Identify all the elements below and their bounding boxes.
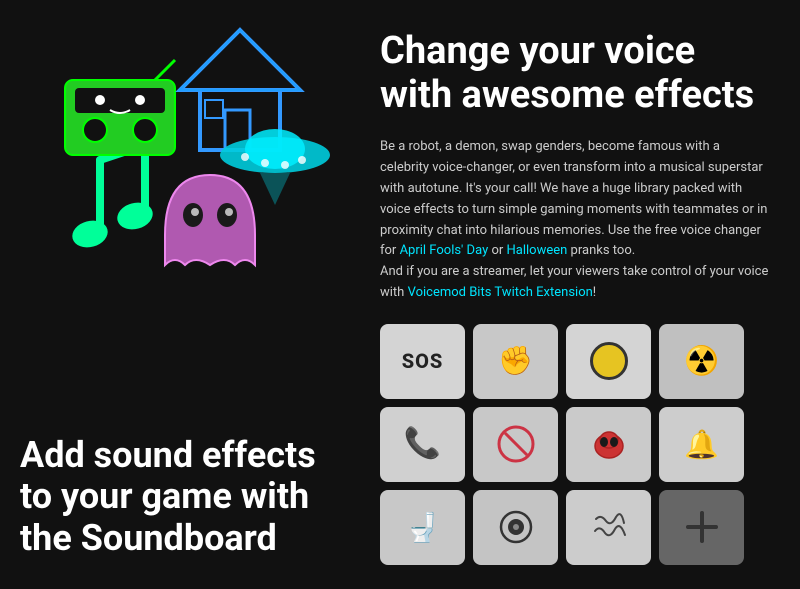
right-panel: Change your voice with awesome effects B… [370,0,800,589]
twitch-extension-link[interactable]: Voicemod Bits Twitch Extension [408,285,593,300]
plus-tile[interactable] [659,490,744,565]
scribble-tile[interactable] [566,490,651,565]
alien-tile[interactable] [566,407,651,482]
bell-tile[interactable]: 🔔 [659,407,744,482]
fist-tile[interactable]: ✊ [473,324,558,399]
sound-grid: SOS ✊ ☢️ 📞 [380,324,770,565]
soundboard-section: Add sound effects to your game with the … [20,435,340,559]
voice-description: Be a robot, a demon, swap genders, becom… [380,137,770,303]
radiation-tile[interactable]: ☢️ [659,324,744,399]
april-fools-link[interactable]: April Fools' Day [400,243,489,258]
yellow-circle-tile[interactable] [566,324,651,399]
voice-effects-title: Change your voice with awesome effects [380,30,770,117]
phone-tile[interactable]: 📞 [380,407,465,482]
sos-tile[interactable]: SOS [380,324,465,399]
toilet-tile[interactable]: 🚽 [380,490,465,565]
illustration [0,0,370,300]
soundboard-title: Add sound effects to your game with the … [20,435,340,559]
left-panel: Add sound effects to your game with the … [0,0,370,589]
halloween-link[interactable]: Halloween [507,243,568,258]
cancel-tile[interactable] [473,407,558,482]
record-tile[interactable] [473,490,558,565]
